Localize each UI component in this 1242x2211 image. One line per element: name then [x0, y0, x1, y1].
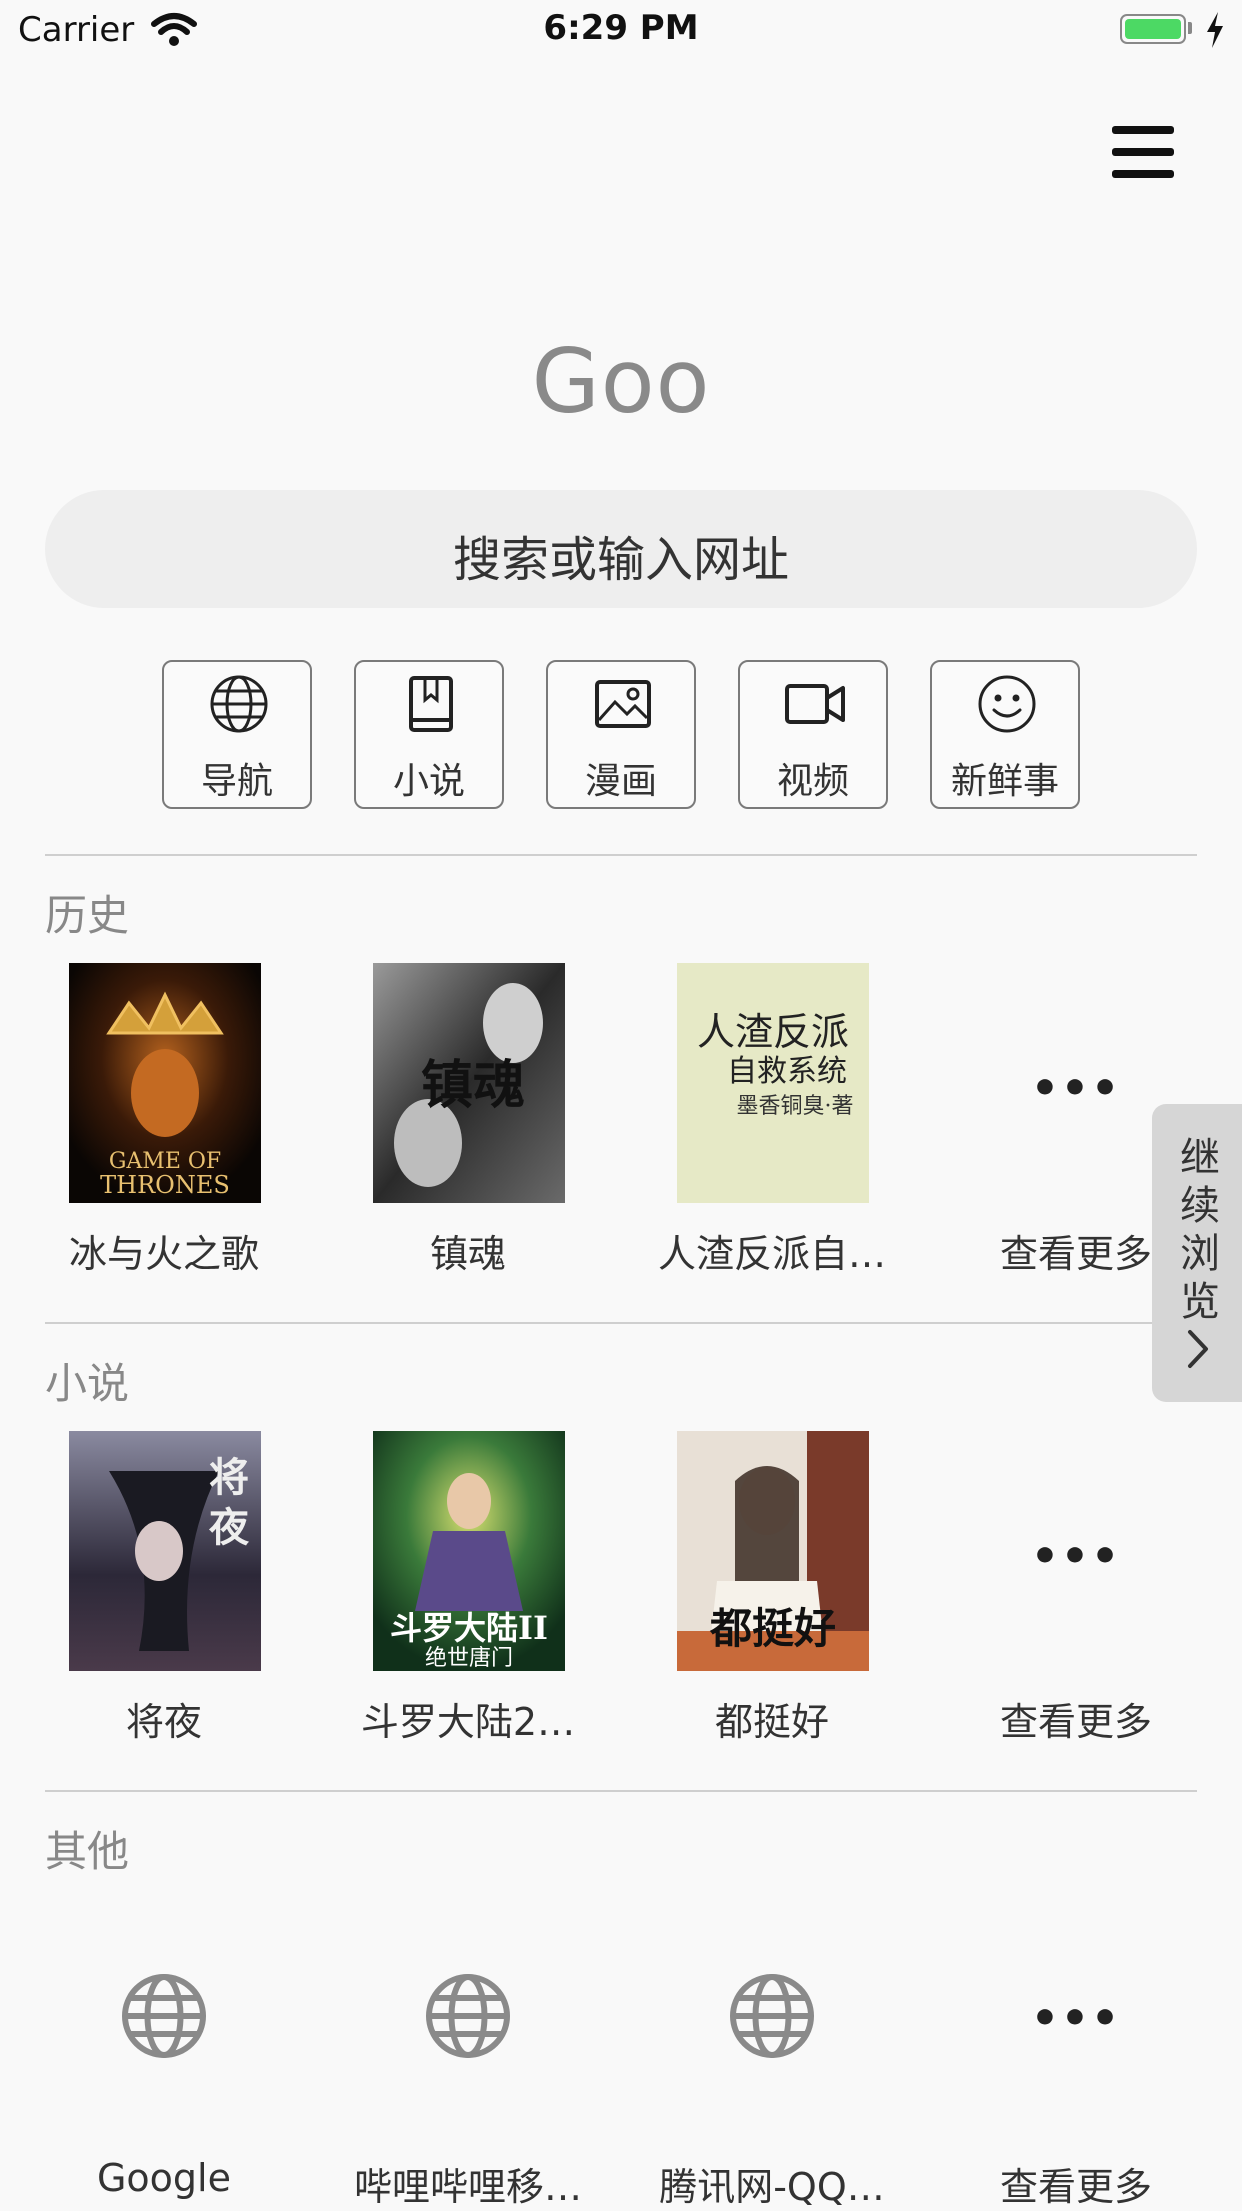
- novel-item-1[interactable]: 将 夜 将夜: [12, 1431, 316, 1751]
- globe-icon: [730, 1974, 814, 2058]
- svg-text:斗罗大陆II: 斗罗大陆II: [390, 1609, 548, 1647]
- section-title-novels: 小说: [45, 1359, 130, 1408]
- logo-text: Goo: [531, 330, 711, 433]
- site-item-bilibili[interactable]: 哔哩哔哩移…: [316, 1971, 620, 2209]
- smiley-icon: [978, 675, 1036, 733]
- svg-text:都挺好: 都挺好: [709, 1604, 836, 1653]
- item-label: 冰与火之歌: [68, 1232, 259, 1276]
- site-item-google[interactable]: Google: [12, 1971, 316, 2208]
- video-camera-icon: [785, 684, 845, 724]
- quick-link-navigation[interactable]: 导航: [162, 660, 312, 809]
- item-label: 斗罗大陆2…: [360, 1700, 576, 1744]
- novels-more[interactable]: ••• 查看更多: [924, 1431, 1228, 1751]
- book-cover: 将 夜: [69, 1431, 261, 1671]
- book-cover: GAME OF THRONES: [69, 963, 261, 1203]
- book-cover: 都挺好: [677, 1431, 869, 1671]
- item-label: 腾讯网-QQ…: [659, 2165, 885, 2209]
- quick-link-label: 视频: [776, 761, 849, 802]
- search-placeholder: 搜索或输入网址: [452, 532, 789, 588]
- more-dots-icon: •••: [1030, 1531, 1122, 1582]
- item-label: 哔哩哔哩移…: [353, 2165, 582, 2209]
- book-icon: [409, 676, 453, 732]
- globe-icon: [210, 675, 268, 733]
- item-label: 查看更多: [999, 2165, 1152, 2209]
- svg-text:将: 将: [209, 1454, 249, 1501]
- quick-link-novels[interactable]: 小说: [354, 660, 504, 809]
- history-item-3[interactable]: 人渣反派 自救系统 墨香铜臭·著 人渣反派自…: [620, 963, 924, 1283]
- battery-tip: [1188, 22, 1192, 34]
- quick-link-label: 新鲜事: [950, 761, 1059, 802]
- section-divider: [45, 1790, 1197, 1792]
- quick-link-label: 小说: [392, 761, 465, 802]
- continue-browsing-label: 继续浏览: [1180, 1135, 1220, 1325]
- globe-icon: [426, 1974, 510, 2058]
- section-title-other: 其他: [45, 1827, 130, 1876]
- svg-text:绝世唐门: 绝世唐门: [425, 1646, 513, 1671]
- status-bar: Carrier 6:29 PM: [0, 0, 1242, 60]
- book-cover: 斗罗大陆II 绝世唐门: [373, 1431, 565, 1671]
- image-icon: [595, 680, 651, 728]
- section-divider: [45, 854, 1197, 856]
- quick-link-news[interactable]: 新鲜事: [930, 660, 1080, 809]
- svg-text:人渣反派: 人渣反派: [697, 1010, 849, 1054]
- more-dots-icon: •••: [1030, 1993, 1122, 2044]
- item-label: 都挺好: [714, 1700, 829, 1744]
- section-divider: [45, 1322, 1197, 1324]
- novel-item-3[interactable]: 都挺好 都挺好: [620, 1431, 924, 1751]
- svg-text:镇魂: 镇魂: [421, 1055, 525, 1116]
- other-more[interactable]: ••• 查看更多: [924, 1971, 1228, 2209]
- quick-link-label: 导航: [200, 761, 273, 802]
- svg-text:夜: 夜: [208, 1504, 250, 1551]
- item-label: Google: [96, 2156, 231, 2200]
- book-cover: 人渣反派 自救系统 墨香铜臭·著: [677, 963, 869, 1203]
- svg-text:墨香铜臭·著: 墨香铜臭·著: [737, 1094, 854, 1119]
- charging-bolt-icon: [1207, 12, 1223, 48]
- chevron-right-icon: [1188, 1330, 1208, 1368]
- quick-link-video[interactable]: 视频: [738, 660, 888, 809]
- book-cover: 镇魂: [373, 963, 565, 1203]
- history-item-2[interactable]: 镇魂 镇魂: [316, 963, 620, 1283]
- item-label: 将夜: [125, 1700, 202, 1744]
- item-label: 人渣反派自…: [657, 1232, 886, 1276]
- section-title-history: 历史: [45, 891, 130, 940]
- item-label: 镇魂: [429, 1232, 506, 1276]
- history-item-1[interactable]: GAME OF THRONES 冰与火之歌: [12, 963, 316, 1283]
- quick-link-comics[interactable]: 漫画: [546, 660, 696, 809]
- menu-button[interactable]: [1110, 126, 1176, 178]
- globe-icon: [122, 1974, 206, 2058]
- svg-text:THRONES: THRONES: [100, 1171, 230, 1199]
- status-time: 6:29 PM: [543, 8, 699, 48]
- quick-link-label: 漫画: [584, 761, 657, 802]
- site-item-qq[interactable]: 腾讯网-QQ…: [620, 1971, 924, 2209]
- item-label: 查看更多: [999, 1700, 1152, 1744]
- novel-item-2[interactable]: 斗罗大陆II 绝世唐门 斗罗大陆2…: [316, 1431, 620, 1751]
- svg-text:自救系统: 自救系统: [727, 1054, 847, 1089]
- battery-icon: [1120, 14, 1186, 44]
- search-input[interactable]: 搜索或输入网址: [45, 490, 1197, 608]
- continue-browsing-tab[interactable]: 继续浏览: [1152, 1104, 1242, 1402]
